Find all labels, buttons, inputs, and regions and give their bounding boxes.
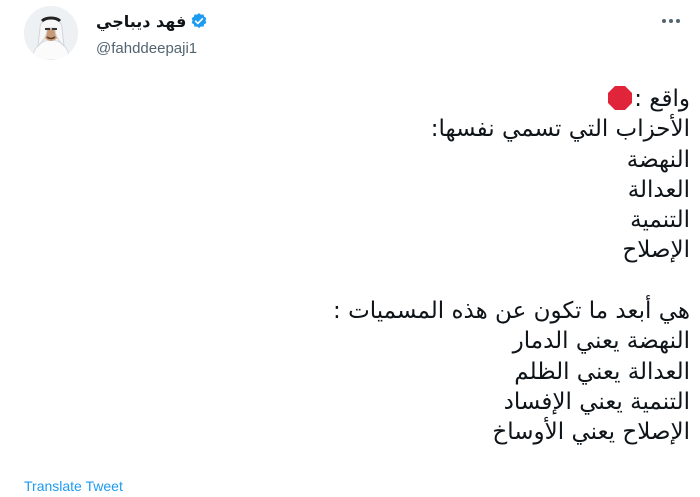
stop-sign-icon bbox=[607, 85, 633, 111]
author-display-name[interactable]: فهد ديباجي bbox=[96, 12, 186, 31]
tweet-line: العدالة bbox=[627, 176, 690, 203]
avatar-image bbox=[24, 6, 78, 60]
tweet-line: النهضة bbox=[626, 146, 690, 173]
avatar[interactable] bbox=[24, 6, 78, 60]
tweet-line: التنمية bbox=[630, 207, 690, 234]
tweet-line: الأحزاب التي تسمي نفسها: bbox=[430, 116, 690, 143]
tweet-line: هي أبعد ما تكون عن هذه المسميات : bbox=[333, 298, 690, 325]
author-name-row: فهد ديباجي bbox=[96, 10, 208, 32]
tweet-text: واقع : الأحزاب التي تسمي نفسها: النهضة ا… bbox=[30, 84, 690, 448]
tweet-line: النهضة يعني الدمار bbox=[512, 328, 690, 355]
more-options-button[interactable] bbox=[656, 6, 686, 36]
verified-badge-icon bbox=[190, 12, 208, 30]
tweet-line: الإصلاح يعني الأوساخ bbox=[492, 419, 690, 446]
tweet-headline-line: واقع : bbox=[30, 84, 690, 114]
more-options-icon bbox=[662, 19, 680, 23]
tweet-card: فهد ديباجي @fahddeepaji1 واقع : الأحزاب … bbox=[0, 0, 700, 497]
tweet-headline: واقع : bbox=[634, 86, 690, 112]
tweet-line: التنمية يعني الإفساد bbox=[503, 388, 690, 415]
tweet-header: فهد ديباجي @fahddeepaji1 bbox=[24, 6, 686, 62]
tweet-line: الإصلاح bbox=[622, 237, 690, 264]
author-handle[interactable]: @fahddeepaji1 bbox=[96, 40, 208, 57]
tweet-line: العدالة يعني الظلم bbox=[514, 358, 690, 385]
translate-tweet-link[interactable]: Translate Tweet bbox=[24, 478, 123, 494]
author-info: فهد ديباجي @fahddeepaji1 bbox=[96, 10, 208, 57]
